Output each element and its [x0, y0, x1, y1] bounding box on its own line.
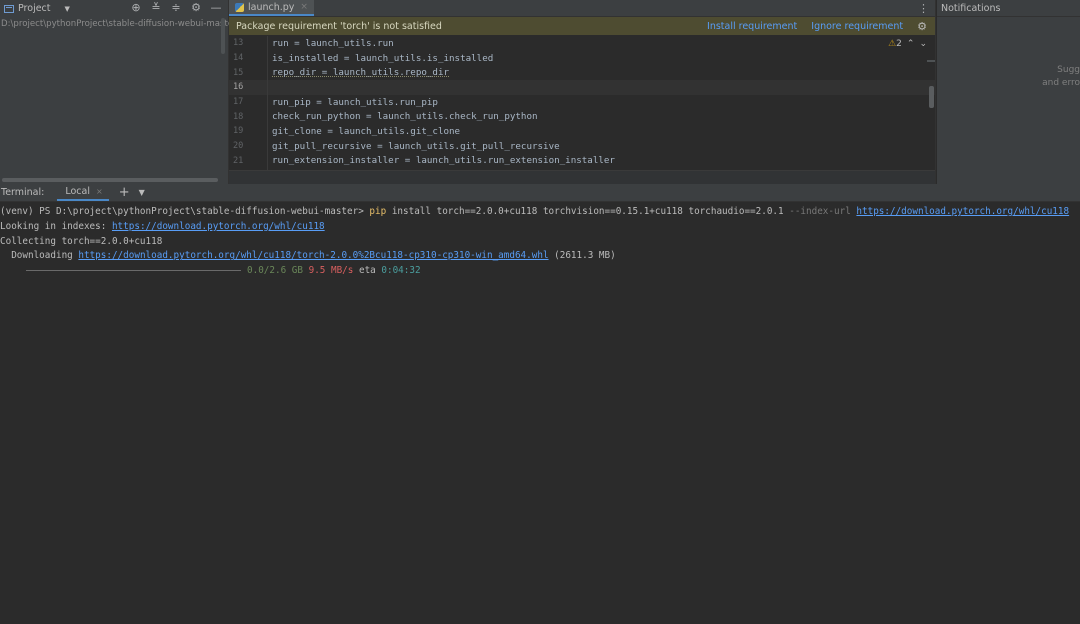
code-text: run_pip = launch_utils.run_pip — [272, 96, 438, 108]
progress-amount: 0.0/2.6 GB — [247, 265, 303, 277]
project-horizontal-scrollbar[interactable] — [2, 178, 218, 182]
inspection-widget[interactable]: ⚠2 ⌃ ⌄ — [888, 39, 927, 49]
looking-prefix: Looking in indexes: — [0, 220, 112, 232]
terminal-line-downloading: Downloading https://download.pytorch.org… — [0, 249, 1080, 264]
terminal-line-command: (venv) PS D:\project\pythonProject\stabl… — [0, 205, 1080, 220]
index-url-link[interactable]: https://download.pytorch.org/whl/cu118 — [112, 221, 325, 232]
project-root-path[interactable]: D:\project\pythonProject\stable-diffusio… — [0, 19, 237, 29]
line-number: 15 — [233, 67, 244, 78]
notifications-title: Notifications — [937, 0, 1080, 17]
line-number: 17 — [233, 97, 244, 108]
locate-icon[interactable]: ⊕ — [130, 2, 142, 14]
line-number: 18 — [233, 111, 244, 122]
code-line[interactable]: 14 is_installed = launch_utils.is_install… — [229, 51, 935, 66]
tab-launch-py[interactable]: launch.py × — [229, 0, 314, 16]
chevron-up-icon[interactable]: ⌃ — [907, 39, 915, 49]
tab-label: launch.py — [248, 1, 295, 13]
code-text: git_clone = launch_utils.git_clone — [272, 125, 461, 137]
line-number: 19 — [233, 126, 244, 137]
project-title[interactable]: Project — [18, 3, 51, 14]
prompt: (venv) PS D:\project\pythonProject\stabl… — [0, 206, 370, 217]
code-text: repo_dir = launch_utils.repo_dir — [272, 67, 450, 79]
expand-all-icon[interactable]: ≚ — [150, 2, 162, 14]
gear-icon[interactable]: ⚙ — [917, 20, 927, 33]
downloading-prefix: Downloading — [0, 250, 79, 262]
code-line[interactable]: 16 — [229, 80, 935, 95]
download-progress-bar — [26, 270, 241, 272]
command-args: install torch==2.0.0+cu118 torchvision==… — [386, 206, 790, 217]
terminal-line-collecting: Collecting torch==2.0.0+cu118 — [0, 235, 163, 247]
terminal-tab-bar: Terminal: Local × + ▼ — [0, 184, 1080, 202]
line-number: 16 — [233, 82, 244, 93]
line-number: 20 — [233, 141, 244, 152]
project-vertical-scrollbar[interactable] — [221, 18, 225, 54]
line-number: 13 — [233, 38, 244, 49]
code-line[interactable]: 19 git_clone = launch_utils.git_clone — [229, 124, 935, 139]
code-line[interactable]: 20 git_pull_recursive = launch_utils.git_… — [229, 139, 935, 154]
terminal-label: Terminal: — [1, 187, 45, 198]
more-options-icon[interactable]: ⋮ — [918, 2, 929, 15]
tab-local[interactable]: Local × — [57, 184, 109, 201]
chevron-down-icon[interactable]: ▼ — [65, 5, 70, 13]
code-text: check_run_python = launch_utils.check_ru… — [272, 111, 538, 123]
line-number: 21 — [233, 155, 244, 166]
code-line[interactable]: 18 check_run_python = launch_utils.check_… — [229, 109, 935, 124]
code-text: run_extension_installer = launch_utils.r… — [272, 155, 615, 167]
editor-tab-bar: launch.py × ⋮ — [229, 0, 935, 17]
code-area[interactable]: 13 run = launch_utils.run 14 is_installed =… — [229, 36, 935, 170]
ignore-requirement-link[interactable]: Ignore requirement — [811, 21, 903, 32]
command-pip: pip — [369, 206, 387, 217]
command-url-link[interactable]: https://download.pytorch.org/whl/cu118 — [856, 206, 1069, 217]
terminal-line-progress: 0.0/2.6 GB 9.5 MB/s eta 0:04:32 — [0, 264, 1080, 279]
terminal-line-looking: Looking in indexes: https://download.pyt… — [0, 220, 1080, 235]
project-toolbar: ⊕ ≚ ≑ ⚙ — — [130, 2, 222, 14]
code-line[interactable]: 17 run_pip = launch_utils.run_pip — [229, 95, 935, 110]
chevron-down-icon[interactable]: ⌄ — [919, 39, 927, 49]
requirement-banner: Package requirement 'torch' is not satis… — [229, 17, 935, 35]
editor-vertical-scrollbar[interactable] — [927, 60, 935, 110]
code-text: git_pull_recursive = launch_utils.git_pu… — [272, 140, 560, 152]
notifications-hint-line1: Sugg — [1057, 65, 1080, 75]
line-number: 14 — [233, 53, 244, 64]
code-text: run = launch_utils.run — [272, 37, 394, 49]
notifications-hint-line2: and erro — [1042, 78, 1080, 88]
terminal-output[interactable]: (venv) PS D:\project\pythonProject\stabl… — [0, 202, 1080, 279]
warning-count: 2 — [896, 39, 902, 49]
download-url-link[interactable]: https://download.pytorch.org/whl/cu118/t… — [78, 250, 548, 261]
code-line[interactable]: 13 run = launch_utils.run — [229, 36, 935, 51]
download-size: (2611.3 MB) — [548, 250, 616, 262]
progress-eta-label: eta — [358, 265, 376, 277]
editor-panel: launch.py × ⋮ Package requirement 'torch… — [229, 0, 936, 184]
scroll-thumb[interactable] — [929, 86, 934, 108]
install-requirement-link[interactable]: Install requirement — [707, 21, 797, 32]
command-flag: --index-url — [789, 206, 851, 217]
tab-local-label: Local — [65, 186, 90, 197]
project-panel: Project ▼ ⊕ ≚ ≑ ⚙ — D:\project\pythonPro… — [0, 0, 237, 184]
code-line[interactable]: 21 run_extension_installer = launch_utils… — [229, 154, 935, 169]
project-icon — [4, 4, 14, 13]
scroll-marker — [927, 60, 935, 62]
banner-message: Package requirement 'torch' is not satis… — [236, 20, 442, 32]
editor-horizontal-scrollbar[interactable] — [229, 170, 935, 184]
code-text: is_installed = launch_utils.is_installed — [272, 52, 494, 64]
progress-speed: 9.5 MB/s — [308, 265, 354, 277]
python-file-icon — [235, 2, 244, 12]
chevron-down-icon[interactable]: ▼ — [136, 184, 148, 201]
add-icon[interactable]: + — [113, 184, 136, 201]
notifications-hint: Sugg and erro — [1042, 64, 1080, 90]
close-icon[interactable]: × — [96, 187, 103, 196]
warning-icon: ⚠ — [888, 39, 897, 49]
collapse-all-icon[interactable]: ≑ — [170, 2, 182, 14]
notifications-panel: Notifications Sugg and erro — [937, 0, 1080, 184]
close-icon[interactable]: × — [300, 2, 308, 12]
code-line[interactable]: 15 repo_dir = launch_utils.repo_dir — [229, 65, 935, 80]
terminal-panel: Terminal: Local × + ▼ (venv) PS D:\proje… — [0, 184, 1080, 624]
minimize-icon[interactable]: — — [210, 2, 222, 14]
progress-eta: 0:04:32 — [381, 265, 421, 277]
gear-icon[interactable]: ⚙ — [190, 2, 202, 14]
gutter-divider — [267, 36, 268, 170]
